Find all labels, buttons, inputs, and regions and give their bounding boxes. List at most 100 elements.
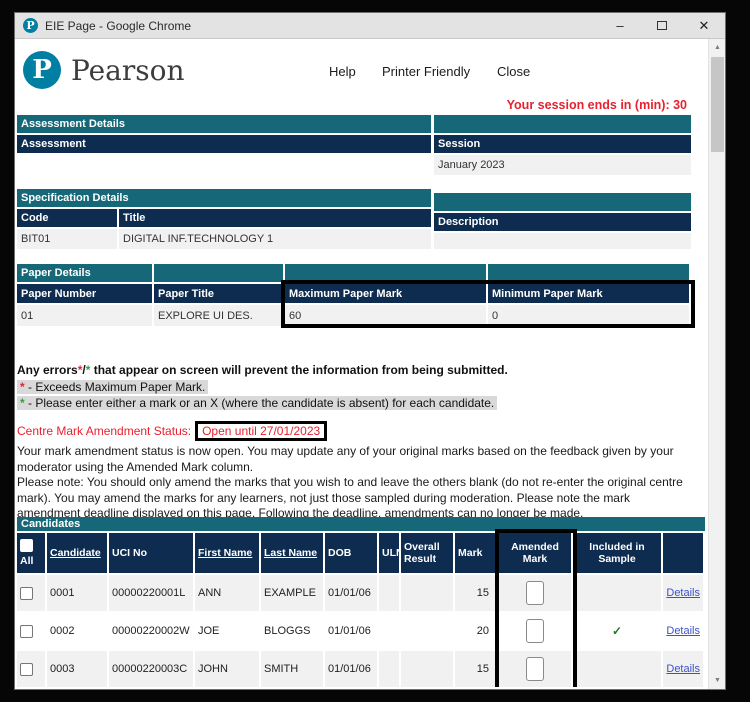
assessment-value-empty — [17, 155, 431, 175]
amended-mark-cell — [499, 613, 571, 649]
amendment-paragraph-2: Please note: You should only amend the m… — [17, 475, 695, 522]
browser-window: P EIE Page - Google Chrome – ✕ P Pearson… — [14, 12, 726, 690]
paper-number-header: Paper Number — [17, 284, 152, 303]
overall-result-cell — [401, 575, 453, 611]
candidate-number-cell: 0001 — [47, 575, 107, 611]
error-intro-line: Any errors*/* that appear on screen will… — [17, 363, 697, 377]
session-label: Session — [434, 135, 691, 153]
code-value: BIT01 — [17, 229, 117, 249]
mark-cell: 20 — [455, 613, 497, 649]
overall-result-label: Overall Result — [404, 541, 450, 565]
vertical-scrollbar[interactable]: ▲ ▼ — [708, 39, 725, 689]
candidate-sort-link[interactable]: Candidate — [50, 547, 104, 559]
first-name-column-header: First Name — [195, 533, 259, 573]
amendment-paragraph-1: Your mark amendment status is now open. … — [17, 444, 695, 475]
scrollbar-thumb[interactable] — [711, 57, 724, 152]
details-link[interactable]: Details — [666, 625, 700, 637]
scroll-up-icon[interactable]: ▲ — [709, 40, 725, 55]
max-paper-mark-value: 60 — [285, 305, 486, 326]
candidate-number-cell: 0003 — [47, 651, 107, 687]
error-intro-prefix: Any errors — [17, 363, 78, 377]
select-all-header: All — [17, 533, 45, 573]
uln-cell — [379, 651, 399, 687]
row-select-cell — [17, 575, 45, 611]
included-in-sample-cell — [573, 575, 661, 611]
row-select-cell — [17, 613, 45, 649]
details-link[interactable]: Details — [666, 663, 700, 675]
specification-section: Specification Details Code Title BIT01 D… — [17, 189, 691, 251]
error-key-section: Any errors*/* that appear on screen will… — [17, 363, 697, 412]
paper-header-spacer-1 — [154, 264, 283, 282]
assessment-details-header: Assessment Details — [17, 115, 431, 133]
included-in-sample-column-header: Included in Sample — [573, 533, 661, 573]
details-cell: Details — [663, 613, 703, 649]
included-in-sample-cell — [573, 651, 661, 687]
assessment-section: Assessment Details Assessment Session Ja… — [17, 115, 691, 177]
dob-column-header: DOB — [325, 533, 377, 573]
last-name-cell: SMITH — [261, 651, 323, 687]
amendment-status-line: Centre Mark Amendment Status: Open until… — [17, 421, 695, 441]
paper-details-section: Paper Details Paper Number Paper Title M… — [17, 264, 693, 328]
help-link[interactable]: Help — [329, 64, 356, 79]
amended-mark-input[interactable] — [526, 657, 544, 681]
amended-mark-cell — [499, 651, 571, 687]
mark-cell: 15 — [455, 575, 497, 611]
included-in-sample-cell: ✓ — [573, 613, 661, 649]
row-checkbox[interactable] — [20, 625, 33, 638]
amended-mark-label: Amended Mark — [502, 541, 568, 565]
uci-cell: 00000220003C — [109, 651, 193, 687]
close-link[interactable]: Close — [497, 64, 530, 79]
max-paper-mark-header: Maximum Paper Mark — [285, 284, 486, 303]
details-cell: Details — [663, 575, 703, 611]
description-header-empty — [434, 193, 691, 211]
overall-result-cell — [401, 613, 453, 649]
select-all-checkbox[interactable] — [20, 539, 33, 552]
amended-mark-input[interactable] — [526, 619, 544, 643]
window-titlebar: P EIE Page - Google Chrome – ✕ — [15, 13, 725, 39]
details-cell: Details — [663, 651, 703, 687]
row-checkbox[interactable] — [20, 587, 33, 600]
amended-mark-input[interactable] — [526, 581, 544, 605]
window-controls: – ✕ — [599, 13, 725, 39]
dob-cell: 01/01/06 — [325, 613, 377, 649]
screenshot-frame: P EIE Page - Google Chrome – ✕ P Pearson… — [0, 0, 750, 702]
details-column-header — [663, 533, 703, 573]
close-icon[interactable]: ✕ — [683, 13, 725, 39]
pearson-logo-icon: P — [23, 51, 61, 89]
session-value: January 2023 — [434, 155, 691, 175]
first-name-sort-link[interactable]: First Name — [198, 547, 256, 559]
printer-friendly-link[interactable]: Printer Friendly — [382, 64, 470, 79]
assessment-label: Assessment — [17, 135, 431, 153]
maximize-icon[interactable] — [641, 13, 683, 39]
dob-cell: 01/01/06 — [325, 575, 377, 611]
uln-cell — [379, 613, 399, 649]
title-value: DIGITAL INF.TECHNOLOGY 1 — [119, 229, 431, 249]
status-annotation-box: Open until 27/01/2023 — [195, 421, 327, 441]
mark-label: Mark — [458, 547, 494, 559]
minimize-icon[interactable]: – — [599, 13, 641, 39]
mark-column-header: Mark — [455, 533, 497, 573]
min-paper-mark-header: Minimum Paper Mark — [488, 284, 689, 303]
first-name-cell: JOE — [195, 613, 259, 649]
last-name-column-header: Last Name — [261, 533, 323, 573]
session-header-empty — [434, 115, 691, 133]
dob-cell: 01/01/06 — [325, 651, 377, 687]
scroll-down-icon[interactable]: ▼ — [709, 673, 725, 688]
amended-mark-column-header: Amended Mark — [499, 533, 571, 573]
brand-wordmark: Pearson — [71, 54, 185, 87]
amendment-status-label: Centre Mark Amendment Status: — [17, 424, 191, 438]
paper-title-header: Paper Title — [154, 284, 283, 303]
amendment-status-value: Open until 27/01/2023 — [202, 424, 320, 438]
last-name-sort-link[interactable]: Last Name — [264, 547, 320, 559]
overall-result-column-header: Overall Result — [401, 533, 453, 573]
row-checkbox[interactable] — [20, 663, 33, 676]
check-icon: ✓ — [612, 624, 622, 638]
uln-label: ULN — [382, 547, 396, 559]
details-link[interactable]: Details — [666, 587, 700, 599]
candidates-section: Candidates All Candidate UCI No First Na… — [17, 517, 705, 687]
paper-number-value: 01 — [17, 305, 152, 326]
title-column-header: Title — [119, 209, 431, 227]
first-name-cell: JOHN — [195, 651, 259, 687]
maximize-glyph — [657, 21, 667, 30]
last-name-cell: BLOGGS — [261, 613, 323, 649]
